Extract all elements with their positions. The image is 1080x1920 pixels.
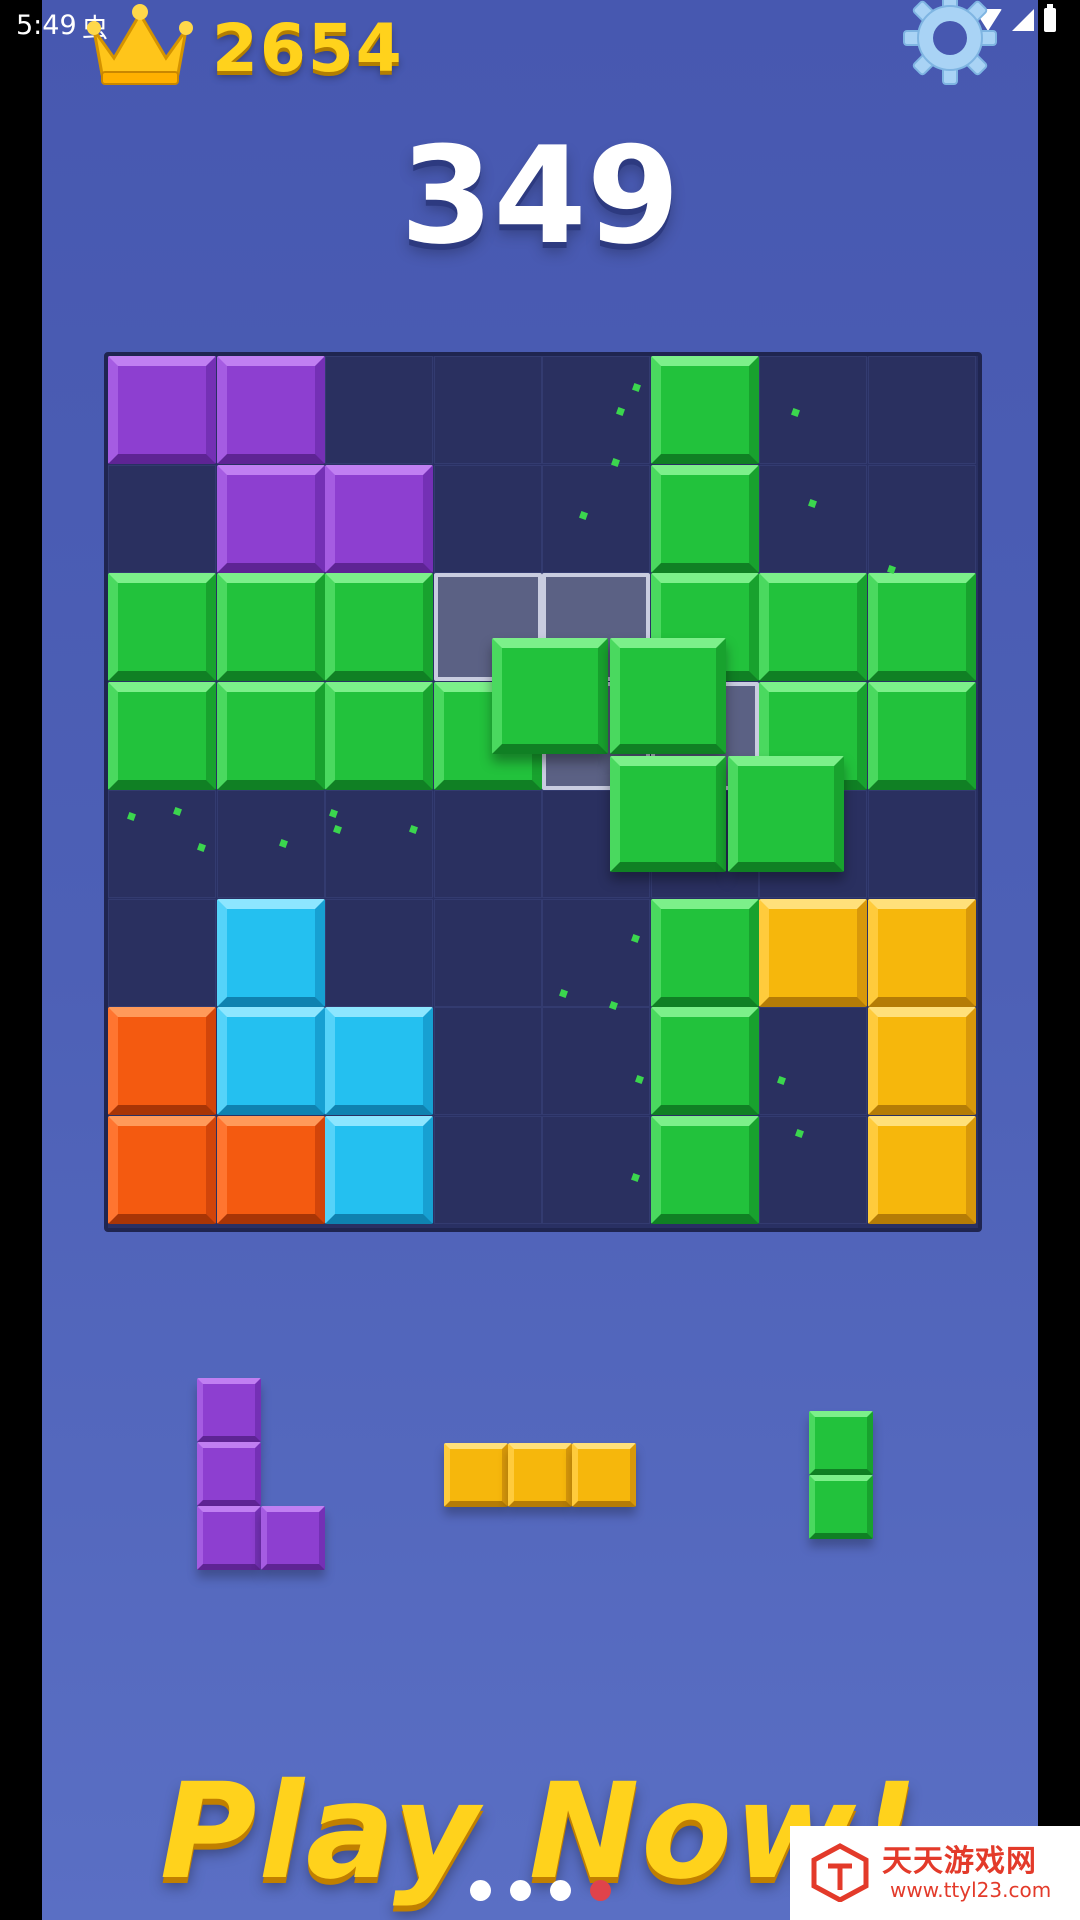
- watermark-url: www.ttyl23.com: [890, 1878, 1052, 1902]
- game-board[interactable]: [104, 352, 982, 1232]
- empty-cell: [542, 1007, 650, 1115]
- watermark: 天天游戏网 www.ttyl23.com: [790, 1826, 1080, 1920]
- yellow-block: [867, 1007, 976, 1115]
- empty-cell: [433, 790, 542, 898]
- purple-mini-block: [197, 1506, 261, 1570]
- dragged-piece-block[interactable]: [610, 756, 726, 872]
- yellow-block: [867, 898, 976, 1007]
- green-block: [216, 573, 325, 681]
- green-block: [650, 1115, 759, 1224]
- empty-cell: [759, 1115, 867, 1224]
- empty-cell: [433, 464, 542, 573]
- empty-cell: [542, 356, 650, 464]
- cyan-block: [216, 898, 325, 1007]
- green-block: [325, 573, 433, 681]
- battery-icon: [1044, 4, 1056, 32]
- green-mini-block: [809, 1475, 873, 1539]
- yellow-block: [867, 1115, 976, 1224]
- current-score: 349: [400, 118, 680, 274]
- cyan-block: [216, 1007, 325, 1115]
- orange-block: [108, 1115, 216, 1224]
- watermark-logo-icon: [811, 1843, 869, 1902]
- empty-cell: [433, 898, 542, 1007]
- empty-cell: [433, 1007, 542, 1115]
- gear-icon[interactable]: [900, 0, 1000, 88]
- purple-mini-block: [197, 1378, 261, 1442]
- dragged-piece-block[interactable]: [492, 638, 608, 754]
- green-block: [759, 573, 867, 681]
- empty-cell: [542, 898, 650, 1007]
- empty-cell: [325, 790, 433, 898]
- best-score: 2654: [212, 10, 404, 87]
- page-dot[interactable]: [469, 1880, 491, 1901]
- empty-cell: [759, 1007, 867, 1115]
- yellow-block: [759, 898, 867, 1007]
- cyan-block: [325, 1007, 433, 1115]
- empty-cell: [867, 790, 976, 898]
- empty-cell: [216, 790, 325, 898]
- green-block: [650, 356, 759, 464]
- orange-block: [108, 1007, 216, 1115]
- purple-block: [325, 464, 433, 573]
- dragged-piece-block[interactable]: [728, 756, 844, 872]
- cyan-block: [325, 1115, 433, 1224]
- empty-cell: [542, 464, 650, 573]
- status-time: 5:49: [16, 10, 77, 41]
- empty-cell: [759, 356, 867, 464]
- purple-mini-block: [197, 1442, 261, 1506]
- purple-mini-block: [261, 1506, 325, 1570]
- green-block: [650, 1007, 759, 1115]
- yellow-mini-block: [444, 1443, 508, 1507]
- signal-icon: [1012, 9, 1034, 31]
- crown-icon: [87, 4, 193, 85]
- purple-block: [216, 356, 325, 464]
- green-block: [108, 573, 216, 681]
- yellow-mini-block: [508, 1443, 572, 1507]
- yellow-mini-block: [572, 1443, 636, 1507]
- page-dot[interactable]: [509, 1880, 531, 1901]
- empty-cell: [108, 464, 216, 573]
- empty-cell: [542, 1115, 650, 1224]
- page-dot[interactable]: [549, 1880, 571, 1901]
- empty-cell: [433, 1115, 542, 1224]
- green-block: [650, 898, 759, 1007]
- purple-block: [216, 464, 325, 573]
- empty-cell: [867, 464, 976, 573]
- empty-cell: [325, 898, 433, 1007]
- empty-cell: [867, 356, 976, 464]
- empty-cell: [433, 356, 542, 464]
- purple-block: [108, 356, 216, 464]
- empty-cell: [108, 898, 216, 1007]
- dragged-piece-block[interactable]: [610, 638, 726, 754]
- green-block: [325, 681, 433, 790]
- green-block: [216, 681, 325, 790]
- page-dot[interactable]: [589, 1880, 611, 1901]
- empty-cell: [759, 464, 867, 573]
- empty-cell: [325, 356, 433, 464]
- watermark-title: 天天游戏网: [882, 1844, 1037, 1879]
- green-mini-block: [809, 1411, 873, 1475]
- green-block: [867, 681, 976, 790]
- green-block: [108, 681, 216, 790]
- green-block: [867, 573, 976, 681]
- green-block: [650, 464, 759, 573]
- orange-block: [216, 1115, 325, 1224]
